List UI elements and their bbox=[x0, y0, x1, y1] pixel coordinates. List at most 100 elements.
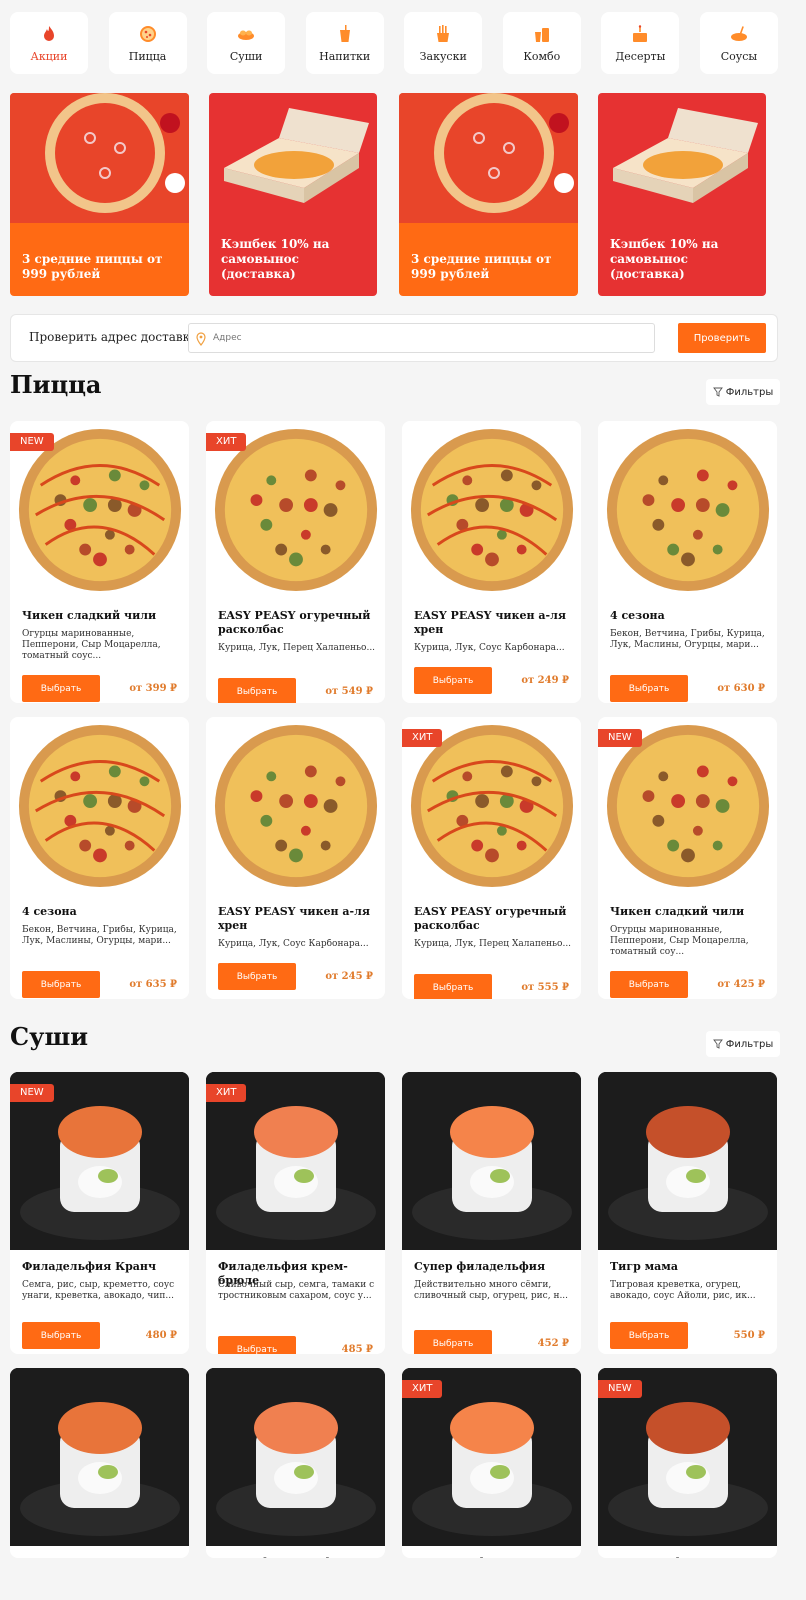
choose-button[interactable]: Выбрать bbox=[610, 675, 688, 702]
choose-button[interactable]: Выбрать bbox=[414, 974, 492, 999]
product-price: от 635 ₽ bbox=[129, 979, 177, 990]
choose-button[interactable]: Выбрать bbox=[414, 1330, 492, 1354]
sushi-card[interactable]: ХИТ Филадельфия крем-брюле Сливочный сыр, … bbox=[206, 1072, 385, 1354]
sushi-card[interactable]: Супер филадельфияДействительно много сём… bbox=[402, 1072, 581, 1354]
category-sushi[interactable]: Суши bbox=[207, 12, 286, 74]
product-description: Сливочный сыр, семга, тамаки с тростнико… bbox=[218, 1280, 375, 1301]
pizza-card[interactable]: ХИТ EASY PEASY огуречный расколбас Курица,… bbox=[402, 717, 581, 999]
pizza-card[interactable]: EASY PEASY чикен а-ля хрен Курица, Лук, С… bbox=[206, 717, 385, 999]
promo-banner[interactable]: Кэшбек 10% на самовынос (доставка) bbox=[598, 93, 766, 296]
promo-text: Кэшбек 10% на самовынос (доставка) bbox=[221, 237, 330, 281]
sushi-card[interactable]: NEWФиладельфия КранчСемга, рис, сыр, кре… bbox=[598, 1368, 777, 1558]
pizza-image bbox=[18, 428, 181, 592]
promo-banner[interactable]: 3 средние пиццы от 999 рублей bbox=[399, 93, 578, 296]
product-price: 480 ₽ bbox=[145, 1330, 177, 1341]
sushi-icon bbox=[238, 30, 255, 40]
category-sauces[interactable]: Соусы bbox=[699, 12, 778, 74]
drink-icon bbox=[339, 24, 350, 42]
product-badge: ХИТ bbox=[206, 1084, 247, 1102]
product-image[interactable] bbox=[10, 717, 189, 895]
address-field[interactable] bbox=[188, 323, 655, 353]
choose-button[interactable]: Выбрать bbox=[218, 963, 296, 990]
fries-icon bbox=[437, 24, 450, 42]
product-description: Курица, Лук, Соус Карбонара... bbox=[218, 939, 369, 949]
product-name[interactable]: Супер филадельфия bbox=[414, 1260, 574, 1274]
choose-button[interactable]: Выбрать bbox=[22, 675, 100, 702]
pizza-card[interactable]: 4 сезона Бекон, Ветчина, Грибы, Курица, Л… bbox=[598, 421, 777, 703]
product-name[interactable]: Чикен сладкий чили bbox=[610, 905, 770, 919]
pizza-card[interactable]: NEW Чикен сладкий чили Огурцы маринованные… bbox=[10, 421, 189, 703]
choose-button[interactable]: Выбрать bbox=[218, 1336, 296, 1354]
choose-button[interactable]: Выбрать bbox=[414, 667, 492, 694]
address-check-bar: Проверить адрес доставки Проверить bbox=[10, 314, 778, 362]
product-name[interactable]: Филадельфия крем-брюле bbox=[414, 1556, 574, 1558]
product-name[interactable]: Тигр мама bbox=[22, 1556, 182, 1558]
check-address-button[interactable]: Проверить bbox=[678, 323, 766, 353]
pizza-card[interactable]: NEW Чикен сладкий чили Огурцы маринованные… bbox=[598, 717, 777, 999]
sushi-card[interactable]: Тигр мамаТигровая креветка, огурец, bbox=[10, 1368, 189, 1558]
category-combo[interactable]: Комбо bbox=[502, 12, 581, 74]
product-name[interactable]: EASY PEASY чикен а-ля хрен bbox=[414, 609, 574, 637]
category-label: Десерты bbox=[615, 49, 666, 63]
promo-text: 3 средние пиццы от 999 рублей bbox=[22, 252, 163, 281]
pizza-illustration bbox=[399, 93, 578, 223]
category-label: Акции bbox=[30, 49, 68, 63]
product-description: Бекон, Ветчина, Грибы, Курица, Лук, Масл… bbox=[610, 629, 765, 650]
choose-button[interactable]: Выбрать bbox=[22, 1322, 100, 1349]
pizza-card[interactable]: 4 сезона Бекон, Ветчина, Грибы, Курица, Л… bbox=[10, 717, 189, 999]
product-name[interactable]: Филадельфия Кранч bbox=[610, 1556, 770, 1558]
category-promo[interactable]: Акции bbox=[10, 12, 88, 74]
product-image[interactable] bbox=[598, 1072, 777, 1250]
product-name[interactable]: Филадельфия Кранч bbox=[22, 1260, 182, 1274]
pizza-icon bbox=[139, 25, 156, 42]
choose-button[interactable]: Выбрать bbox=[610, 1322, 688, 1349]
pizza-card[interactable]: ХИТ EASY PEASY огуречный расколбас Курица,… bbox=[206, 421, 385, 703]
category-label: Соусы bbox=[720, 49, 758, 63]
pizza-image bbox=[410, 428, 573, 592]
product-price: от 549 ₽ bbox=[325, 686, 373, 697]
combo-icon bbox=[534, 27, 549, 42]
product-image[interactable] bbox=[206, 1368, 385, 1546]
product-name[interactable]: EASY PEASY чикен а-ля хрен bbox=[218, 905, 378, 933]
product-name[interactable]: EASY PEASY огуречный расколбас bbox=[414, 905, 574, 933]
product-image[interactable] bbox=[10, 1368, 189, 1546]
sushi-filter-button[interactable]: Фильтры bbox=[706, 1031, 780, 1057]
choose-button[interactable]: Выбрать bbox=[610, 971, 688, 998]
address-input[interactable] bbox=[189, 324, 654, 352]
category-drinks[interactable]: Напитки bbox=[305, 12, 384, 74]
product-price: от 399 ₽ bbox=[129, 683, 177, 694]
section-title-sushi: Суши bbox=[10, 1022, 89, 1051]
sushi-card[interactable]: NEWФиладельфия КранчСемга, рис, сыр, кре… bbox=[10, 1072, 189, 1354]
product-name[interactable]: EASY PEASY огуречный расколбас bbox=[218, 609, 378, 637]
sushi-card[interactable]: Тигр мама Тигровая креветка, огурец, авок… bbox=[598, 1072, 777, 1354]
pizza-image bbox=[214, 724, 377, 888]
category-pizza[interactable]: Пицца bbox=[108, 12, 187, 74]
filter-icon bbox=[712, 387, 723, 397]
product-price: от 249 ₽ bbox=[521, 675, 569, 686]
product-badge: NEW bbox=[10, 433, 54, 451]
promo-banner[interactable]: Кэшбек 10% на самовынос (доставка) bbox=[209, 93, 377, 296]
sushi-card[interactable]: Супер филадельфияДействительно много сём… bbox=[206, 1368, 385, 1558]
product-description: Огурцы маринованные, Пепперони, Сыр Моца… bbox=[610, 925, 749, 957]
category-label: Суши bbox=[229, 49, 263, 63]
pizza-filter-button[interactable]: Фильтры bbox=[706, 379, 780, 405]
cake-icon bbox=[633, 24, 648, 42]
promo-banner[interactable]: 3 средние пиццы от 999 рублей bbox=[10, 93, 189, 296]
product-image[interactable] bbox=[206, 717, 385, 895]
product-image[interactable] bbox=[598, 421, 777, 599]
product-image[interactable] bbox=[402, 421, 581, 599]
choose-button[interactable]: Выбрать bbox=[218, 678, 296, 703]
category-desserts[interactable]: Десерты bbox=[601, 12, 680, 74]
category-snacks[interactable]: Закуски bbox=[404, 12, 483, 74]
product-name[interactable]: 4 сезона bbox=[22, 905, 182, 919]
product-badge: ХИТ bbox=[402, 1380, 443, 1398]
product-name[interactable]: Супер филадельфия bbox=[218, 1556, 378, 1558]
product-name[interactable]: Чикен сладкий чили bbox=[22, 609, 182, 623]
choose-button[interactable]: Выбрать bbox=[22, 971, 100, 998]
flame-icon bbox=[44, 25, 54, 41]
pizza-card[interactable]: EASY PEASY чикен а-ля хрен Курица, Лук, С… bbox=[402, 421, 581, 703]
product-name[interactable]: Тигр мама bbox=[610, 1260, 770, 1274]
sushi-card[interactable]: ХИТ Филадельфия крем-брюле bbox=[402, 1368, 581, 1558]
product-name[interactable]: 4 сезона bbox=[610, 609, 770, 623]
product-image[interactable] bbox=[402, 1072, 581, 1250]
